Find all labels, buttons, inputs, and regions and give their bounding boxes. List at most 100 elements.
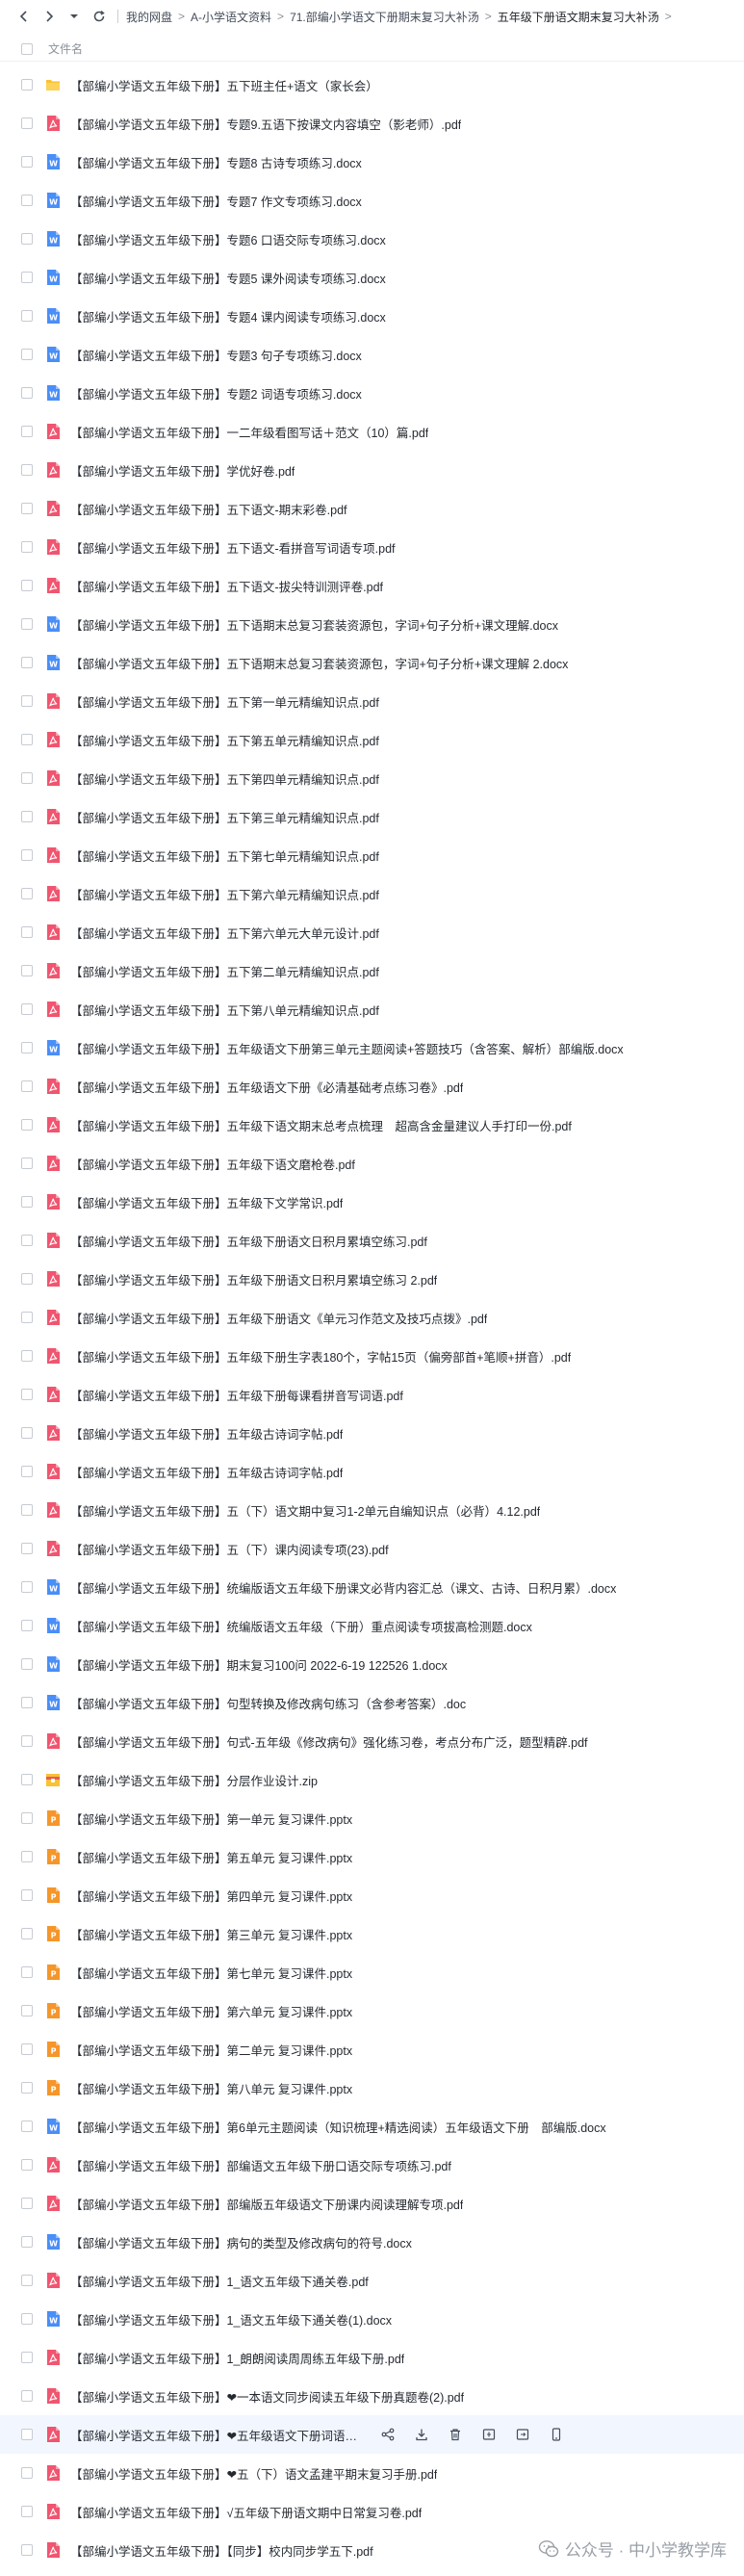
file-name[interactable]: 【部编小学语文五年级下册】一二年级看图写话＋范文（10）篇.pdf [70,423,428,441]
row-checkbox[interactable] [21,1273,33,1285]
file-name[interactable]: 【部编小学语文五年级下册】句式-五年级《修改病句》强化练习卷，考点分布广泛，题型… [70,1732,588,1751]
file-row[interactable]: P 【部编小学语文五年级下册】第五单元 复习课件.pptx [0,1837,744,1876]
file-row[interactable]: P 【部编小学语文五年级下册】第六单元 复习课件.pptx [0,1991,744,2030]
row-checkbox[interactable] [21,1851,33,1862]
file-name[interactable]: 【部编小学语文五年级下册】专题5 课外阅读专项练习.docx [70,269,386,287]
file-name[interactable]: 【部编小学语文五年级下册】五下班主任+语文（家长会） [70,76,378,94]
file-name[interactable]: 【部编小学语文五年级下册】统编版语文五年级（下册）重点阅读专项拔高检测题.doc… [70,1617,532,1635]
file-row[interactable]: W 【部编小学语文五年级下册】第6单元主题阅读（知识梳理+精选阅读）五年级语文下册… [0,2107,744,2146]
file-row[interactable]: 【部编小学语文五年级下册】五年级古诗词字帖.pdf [0,1414,744,1452]
file-row[interactable]: 【部编小学语文五年级下册】部编版五年级语文下册课内阅读理解专项.pdf [0,2184,744,2223]
file-row[interactable]: 【部编小学语文五年级下册】句式-五年级《修改病句》强化练习卷，考点分布广泛，题型… [0,1722,744,1760]
file-row[interactable]: 【部编小学语文五年级下册】1_语文五年级下通关卷.pdf [0,2261,744,2300]
breadcrumb-item[interactable]: A-小学语文资料 [191,9,271,25]
file-row[interactable]: 【部编小学语文五年级下册】部编语文五年级下册口语交际专项练习.pdf [0,2146,744,2184]
file-row[interactable]: W 【部编小学语文五年级下册】专题6 口语交际专项练习.docx [0,220,744,258]
row-checkbox[interactable] [21,1119,33,1131]
file-name[interactable]: 【部编小学语文五年级下册】五下第五单元精编知识点.pdf [70,731,379,749]
file-row[interactable]: P 【部编小学语文五年级下册】第二单元 复习课件.pptx [0,2030,744,2069]
file-name[interactable]: 【部编小学语文五年级下册】五下第六单元精编知识点.pdf [70,885,379,903]
file-row[interactable]: W 【部编小学语文五年级下册】五下语期末总复习套装资源包，字词+句子分析+课文理解… [0,643,744,682]
file-row[interactable]: P 【部编小学语文五年级下册】第一单元 复习课件.pptx [0,1799,744,1837]
row-checkbox[interactable] [21,1889,33,1901]
name-column-header[interactable]: 文件名 [48,40,83,57]
file-row[interactable]: 【部编小学语文五年级下册】学优好卷.pdf [0,451,744,489]
row-checkbox[interactable] [21,2544,33,2556]
row-checkbox[interactable] [21,657,33,668]
file-name[interactable]: 【部编小学语文五年级下册】❤五年级语文下册词语专项... [70,2426,359,2444]
file-name[interactable]: 【部编小学语文五年级下册】期末复习100问 2022-6-19 122526 1… [70,1655,448,1674]
row-checkbox[interactable] [21,117,33,129]
back-icon[interactable] [13,6,35,27]
file-name[interactable]: 【部编小学语文五年级下册】专题9.五语下按课文内容填空（影老师）.pdf [70,115,461,133]
mobile-icon[interactable] [549,2427,564,2442]
file-name[interactable]: 【部编小学语文五年级下册】五下第六单元大单元设计.pdf [70,924,379,942]
file-name[interactable]: 【部编小学语文五年级下册】五年级语文下册《必清基础考点练习卷》.pdf [70,1078,463,1096]
row-checkbox[interactable] [21,310,33,322]
file-row[interactable]: 【部编小学语文五年级下册】五下班主任+语文（家长会） [0,65,744,104]
file-name[interactable]: 【部编小学语文五年级下册】第五单元 复习课件.pptx [70,1848,352,1866]
row-checkbox[interactable] [21,772,33,784]
file-name[interactable]: 【部编小学语文五年级下册】五下第三单元精编知识点.pdf [70,808,379,826]
file-row[interactable]: P 【部编小学语文五年级下册】第八单元 复习课件.pptx [0,2069,744,2107]
file-name[interactable]: 【部编小学语文五年级下册】五下第四单元精编知识点.pdf [70,769,379,788]
row-checkbox[interactable] [21,349,33,360]
row-checkbox[interactable] [21,233,33,245]
row-checkbox[interactable] [21,1427,33,1439]
row-checkbox[interactable] [21,464,33,476]
file-name[interactable]: 【部编小学语文五年级下册】五年级下册语文《单元习作范文及技巧点拨》.pdf [70,1309,487,1327]
file-name[interactable]: 【部编小学语文五年级下册】1_朗朗阅读周周练五年级下册.pdf [70,2349,404,2367]
file-row[interactable]: P 【部编小学语文五年级下册】第三单元 复习课件.pptx [0,1914,744,1953]
row-checkbox[interactable] [21,1966,33,1978]
refresh-icon[interactable] [89,6,110,27]
file-name[interactable]: 【部编小学语文五年级下册】学优好卷.pdf [70,461,295,480]
file-name[interactable]: 【部编小学语文五年级下册】√五年级下册语文期中日常复习卷.pdf [70,2503,422,2521]
file-name[interactable]: 【部编小学语文五年级下册】部编版五年级语文下册课内阅读理解专项.pdf [70,2195,463,2213]
file-name[interactable]: 【部编小学语文五年级下册】五（下）课内阅读专项(23).pdf [70,1540,389,1558]
row-checkbox[interactable] [21,2236,33,2248]
row-checkbox[interactable] [21,195,33,206]
download-icon[interactable] [414,2427,429,2442]
file-row[interactable]: 【部编小学语文五年级下册】专题9.五语下按课文内容填空（影老师）.pdf [0,104,744,143]
file-row[interactable]: 【部编小学语文五年级下册】五下语文-拔尖特训测评卷.pdf [0,566,744,605]
row-checkbox[interactable] [21,888,33,899]
row-checkbox[interactable] [21,2467,33,2479]
row-checkbox[interactable] [21,1581,33,1593]
row-checkbox[interactable] [21,849,33,861]
row-checkbox[interactable] [21,580,33,591]
file-name[interactable]: 【部编小学语文五年级下册】专题7 作文专项练习.docx [70,192,362,210]
share-icon[interactable] [380,2427,396,2442]
file-row[interactable]: 【部编小学语文五年级下册】五下第四单元精编知识点.pdf [0,759,744,797]
breadcrumb-current[interactable]: 五年级下册语文期末复习大补汤 [498,9,659,25]
file-name[interactable]: 【部编小学语文五年级下册】❤五（下）语文孟建平期末复习手册.pdf [70,2464,437,2483]
file-row[interactable]: 【部编小学语文五年级下册】五年级下语文磨枪卷.pdf [0,1144,744,1183]
file-name[interactable]: 【部编小学语文五年级下册】五下第一单元精编知识点.pdf [70,692,379,711]
file-row[interactable]: 【部编小学语文五年级下册】√五年级下册语文期中日常复习卷.pdf [0,2492,744,2531]
row-checkbox[interactable] [21,79,33,91]
row-checkbox[interactable] [21,2043,33,2055]
file-row[interactable]: W 【部编小学语文五年级下册】期末复习100问 2022-6-19 122526 … [0,1645,744,1683]
file-row[interactable]: W 【部编小学语文五年级下册】句型转换及修改病句练习（含参考答案）.doc [0,1683,744,1722]
file-name[interactable]: 【部编小学语文五年级下册】五年级下语文期末总考点梳理 超高含金量建议人手打印一份… [70,1116,572,1134]
file-name[interactable]: 【部编小学语文五年级下册】专题4 课内阅读专项练习.docx [70,307,386,325]
file-row[interactable]: W 【部编小学语文五年级下册】专题5 课外阅读专项练习.docx [0,258,744,297]
file-row[interactable]: W 【部编小学语文五年级下册】五下语期末总复习套装资源包，字词+句子分析+课文理解… [0,605,744,643]
file-row[interactable]: 【部编小学语文五年级下册】五年级下册语文日积月累填空练习 2.pdf [0,1260,744,1298]
file-row[interactable]: 【部编小学语文五年级下册】1_朗朗阅读周周练五年级下册.pdf [0,2338,744,2377]
file-name[interactable]: 【部编小学语文五年级下册】五年级下语文磨枪卷.pdf [70,1155,355,1173]
file-name[interactable]: 【部编小学语文五年级下册】1_语文五年级下通关卷.pdf [70,2272,369,2290]
file-name[interactable]: 【部编小学语文五年级下册】第六单元 复习课件.pptx [70,2002,352,2020]
file-name[interactable]: 【部编小学语文五年级下册】五下语文-期末彩卷.pdf [70,500,347,518]
row-checkbox[interactable] [21,1235,33,1246]
file-row[interactable]: 【部编小学语文五年级下册】五年级语文下册《必清基础考点练习卷》.pdf [0,1067,744,1106]
file-name[interactable]: 【部编小学语文五年级下册】专题8 古诗专项练习.docx [70,153,362,171]
rename-icon[interactable] [481,2427,497,2442]
file-name[interactable]: 【部编小学语文五年级下册】1_语文五年级下通关卷(1).docx [70,2310,392,2329]
file-row[interactable]: W 【部编小学语文五年级下册】专题3 句子专项练习.docx [0,335,744,374]
file-row[interactable]: W 【部编小学语文五年级下册】病句的类型及修改病句的符号.docx [0,2223,744,2261]
row-checkbox[interactable] [21,2506,33,2517]
file-row[interactable]: 【部编小学语文五年级下册】分层作业设计.zip [0,1760,744,1799]
file-row[interactable]: 【部编小学语文五年级下册】五（下）课内阅读专项(23).pdf [0,1529,744,1568]
row-checkbox[interactable] [21,695,33,707]
file-name[interactable]: 【部编小学语文五年级下册】五年级下册每课看拼音写词语.pdf [70,1386,403,1404]
